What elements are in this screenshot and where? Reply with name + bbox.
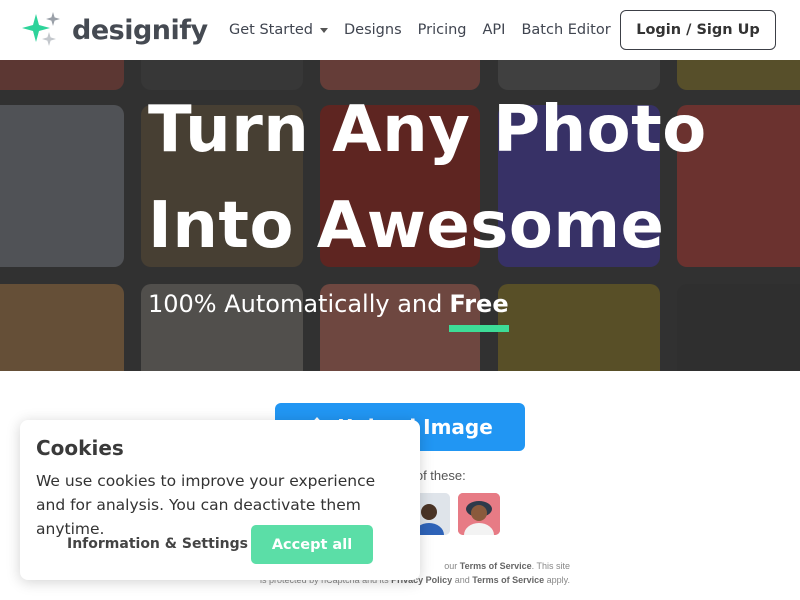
terms-link[interactable]: Terms of Service xyxy=(460,561,532,571)
cookie-accept-button[interactable]: Accept all xyxy=(251,525,373,564)
legal-text: our xyxy=(444,561,458,571)
hero-subtitle-emphasis: Free xyxy=(449,290,509,332)
nav-pricing-label: Pricing xyxy=(417,22,467,38)
nav-api[interactable]: API xyxy=(483,22,506,38)
nav-batch-editor-label: Batch Editor xyxy=(521,22,611,38)
hero-free-label: Free xyxy=(449,290,509,318)
logo[interactable]: designify xyxy=(22,12,208,48)
hero-title-line2: Into Awesome xyxy=(148,189,665,263)
sample-image[interactable] xyxy=(458,493,500,535)
legal-text: and xyxy=(454,575,470,585)
cookie-banner: Cookies We use cookies to improve your e… xyxy=(20,420,420,580)
legal-text: apply. xyxy=(546,575,570,585)
nav-get-started[interactable]: Get Started xyxy=(229,22,328,38)
nav-designs-label: Designs xyxy=(344,22,402,38)
hero-subtitle-text: 100% Automatically and xyxy=(148,290,443,318)
free-underline xyxy=(449,325,509,332)
hero-title-line1: Turn Any Photo xyxy=(148,93,707,167)
nav-get-started-label: Get Started xyxy=(229,22,313,38)
main-nav: Get Started Designs Pricing API Batch Ed… xyxy=(229,0,627,60)
hero-subtitle: 100% Automatically and Free xyxy=(148,290,509,332)
terms-link[interactable]: Terms of Service xyxy=(472,575,544,585)
nav-api-label: API xyxy=(482,22,506,38)
login-signup-button[interactable]: Login / Sign Up xyxy=(620,10,776,50)
legal-text: . This site xyxy=(531,561,570,571)
cookie-settings-link[interactable]: Information & Settings xyxy=(67,536,248,552)
cookie-title: Cookies xyxy=(36,436,124,460)
sparkle-logo-icon xyxy=(22,12,60,46)
hero: Turn Any Photo Into Awesome 100% Automat… xyxy=(0,60,800,371)
sample-images xyxy=(408,493,508,535)
logo-text: designify xyxy=(72,14,208,46)
nav-batch-editor[interactable]: Batch Editor xyxy=(521,22,610,38)
nav-designs[interactable]: Designs xyxy=(344,22,402,38)
site-header: designify Get Started Designs Pricing AP… xyxy=(0,0,800,60)
nav-pricing[interactable]: Pricing xyxy=(418,22,467,38)
sample-thumb-art xyxy=(458,493,500,535)
caret-down-icon xyxy=(320,27,328,33)
